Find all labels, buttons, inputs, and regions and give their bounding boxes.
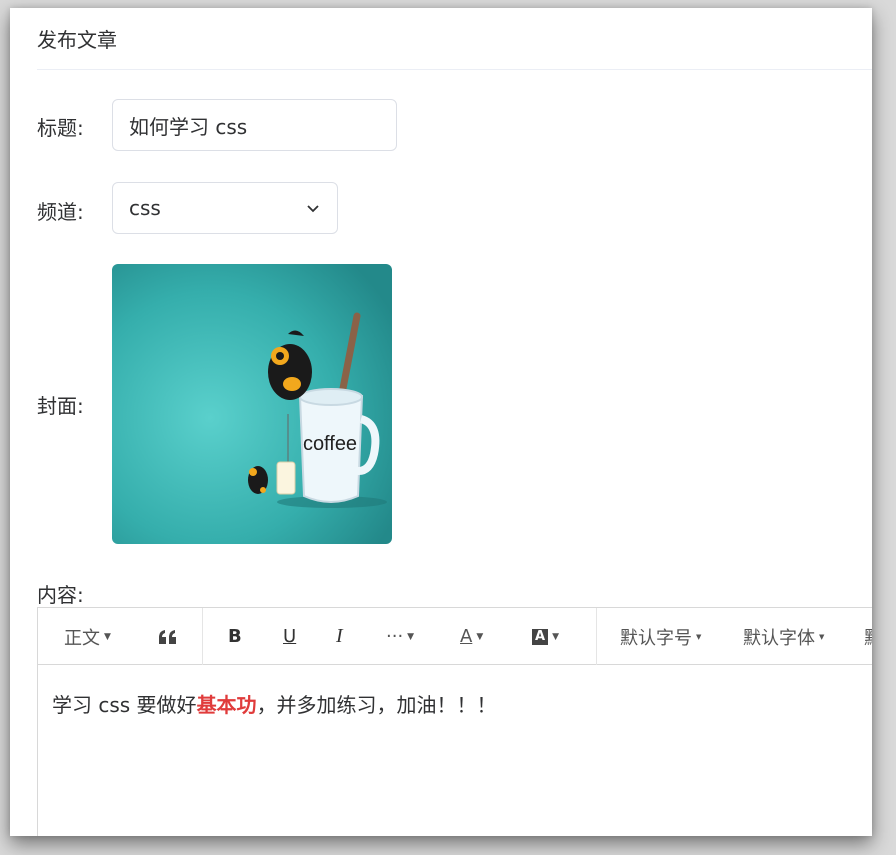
cover-mug-text: coffee [303, 433, 357, 455]
channel-label: 频道: [37, 200, 84, 224]
font-family-label: 默认字体 [743, 627, 815, 649]
caret-down-icon: ▼ [552, 631, 559, 642]
editor-toolbar: 正文 ▼ B U I ··· ▼ A ▼ A ▼ 默认字号 ▼ 默认字体 ▼ [38, 608, 872, 665]
content-text-end: ，并多加练习，加油！！！ [256, 693, 497, 717]
bg-color-dropdown[interactable]: A ▼ [532, 608, 559, 665]
channel-select[interactable]: css [112, 182, 338, 234]
publish-article-card: 发布文章 标题: 如何学习 css 频道: css 封面: coffee 内容:… [10, 8, 872, 836]
editor-content[interactable]: 学习 css 要做好基本功，并多加练习，加油！！！ [38, 665, 872, 742]
caret-down-icon: ▼ [407, 631, 415, 642]
card-header: 发布文章 [37, 8, 872, 70]
cover-image[interactable]: coffee [112, 264, 392, 544]
title-input-value: 如何学习 css [129, 114, 248, 139]
font-size-dropdown[interactable]: 默认字号 ▼ [620, 608, 701, 665]
paragraph-format-dropdown[interactable]: 正文 ▼ [64, 608, 111, 665]
cover-label: 封面: [37, 394, 84, 418]
toolbar-divider [596, 608, 597, 665]
channel-select-value: css [129, 196, 161, 220]
toolbar-overflow-item[interactable]: 默 [864, 608, 872, 665]
font-size-label: 默认字号 [620, 627, 692, 649]
paragraph-format-label: 正文 [64, 627, 100, 649]
underline-button[interactable]: U [283, 608, 296, 665]
font-color-dropdown[interactable]: A ▼ [460, 608, 483, 665]
quote-icon [159, 629, 176, 644]
font-color-icon: A [460, 626, 473, 647]
content-label: 内容: [37, 583, 84, 607]
bold-button[interactable]: B [228, 608, 242, 665]
title-input[interactable]: 如何学习 css [112, 99, 397, 151]
content-text-start: 学习 css 要做好 [52, 693, 197, 717]
rich-text-editor: 正文 ▼ B U I ··· ▼ A ▼ A ▼ 默认字号 ▼ 默认字体 ▼ 学… [37, 607, 872, 836]
caret-down-icon: ▼ [104, 631, 111, 642]
caret-down-icon: ▼ [696, 632, 702, 641]
toolbar-divider [202, 608, 203, 665]
bg-color-icon: A [532, 628, 549, 645]
chevron-down-icon [307, 205, 319, 213]
quote-button[interactable] [158, 608, 178, 665]
cover-illustration: coffee [112, 264, 392, 544]
page-title: 发布文章 [37, 28, 117, 52]
caret-down-icon: ▼ [819, 632, 825, 641]
font-family-dropdown[interactable]: 默认字体 ▼ [743, 608, 824, 665]
caret-down-icon: ▼ [476, 631, 484, 642]
more-styles-dropdown[interactable]: ··· ▼ [386, 608, 414, 665]
content-highlight: 基本功 [196, 693, 257, 717]
italic-button[interactable]: I [336, 608, 343, 665]
more-styles-label: ··· [386, 626, 404, 647]
title-label: 标题: [37, 116, 84, 140]
